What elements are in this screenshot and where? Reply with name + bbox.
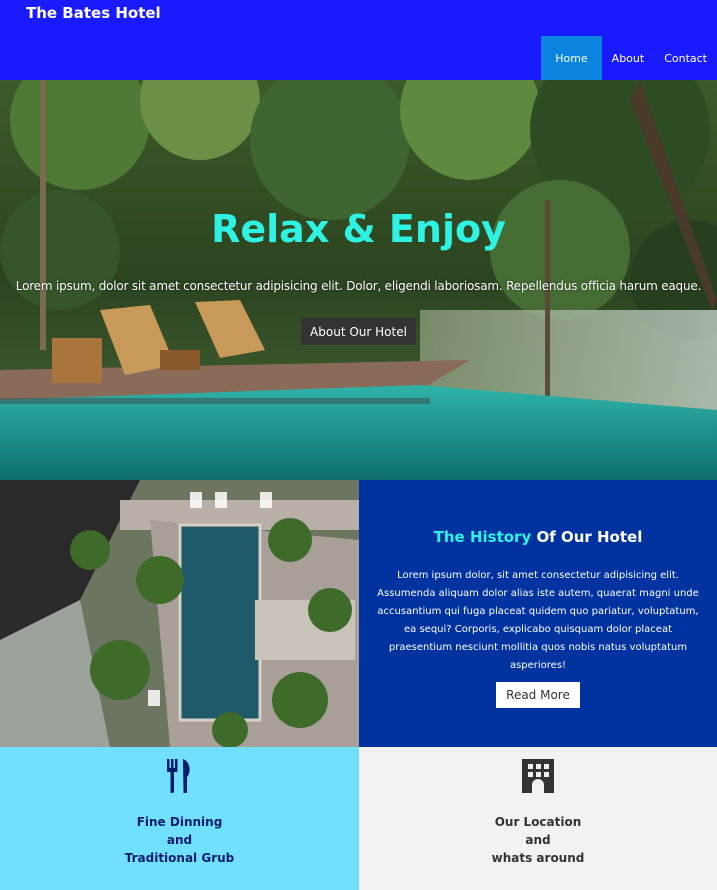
read-more-button[interactable]: Read More [496,682,580,708]
hero-section: Relax & Enjoy Lorem ipsum, dolor sit ame… [0,80,717,480]
feature-line: Our Location [494,815,582,829]
feature-text-dining: Fine Dinning and Traditional Grub [0,813,359,867]
nav-item-home[interactable]: Home [541,36,602,80]
brand-title[interactable]: The Bates Hotel [26,4,161,22]
feature-line: Fine Dinning [136,815,223,829]
history-body: Lorem ipsum dolor, sit amet consectetur … [377,570,699,671]
nav-item-contact[interactable]: Contact [654,36,717,80]
utensils-icon [167,759,190,793]
feature-line: whats around [491,851,585,865]
main-nav: Home About Contact [541,36,717,80]
history-title-highlight: The History [433,528,532,546]
history-image [0,480,359,747]
feature-line: and [525,833,551,847]
history-section: The History Of Our Hotel Lorem ipsum dol… [359,480,717,747]
hero-text: Lorem ipsum, dolor sit amet consectetur … [15,279,702,293]
history-title-rest: Of Our Hotel [531,528,643,546]
feature-card-location: Our Location and whats around [359,747,717,890]
about-hotel-button[interactable]: About Our Hotel [301,318,416,345]
building-icon [522,759,554,793]
aerial-pool-image [0,480,359,747]
hero-title: Relax & Enjoy [211,207,506,251]
feature-text-location: Our Location and whats around [359,813,717,867]
feature-line: and [166,833,193,847]
feature-line: Traditional Grub [124,851,235,865]
feature-card-dining: Fine Dinning and Traditional Grub [0,747,359,890]
nav-item-about[interactable]: About [602,36,655,80]
history-title: The History Of Our Hotel [359,528,717,546]
site-header: The Bates Hotel Home About Contact [0,0,717,80]
